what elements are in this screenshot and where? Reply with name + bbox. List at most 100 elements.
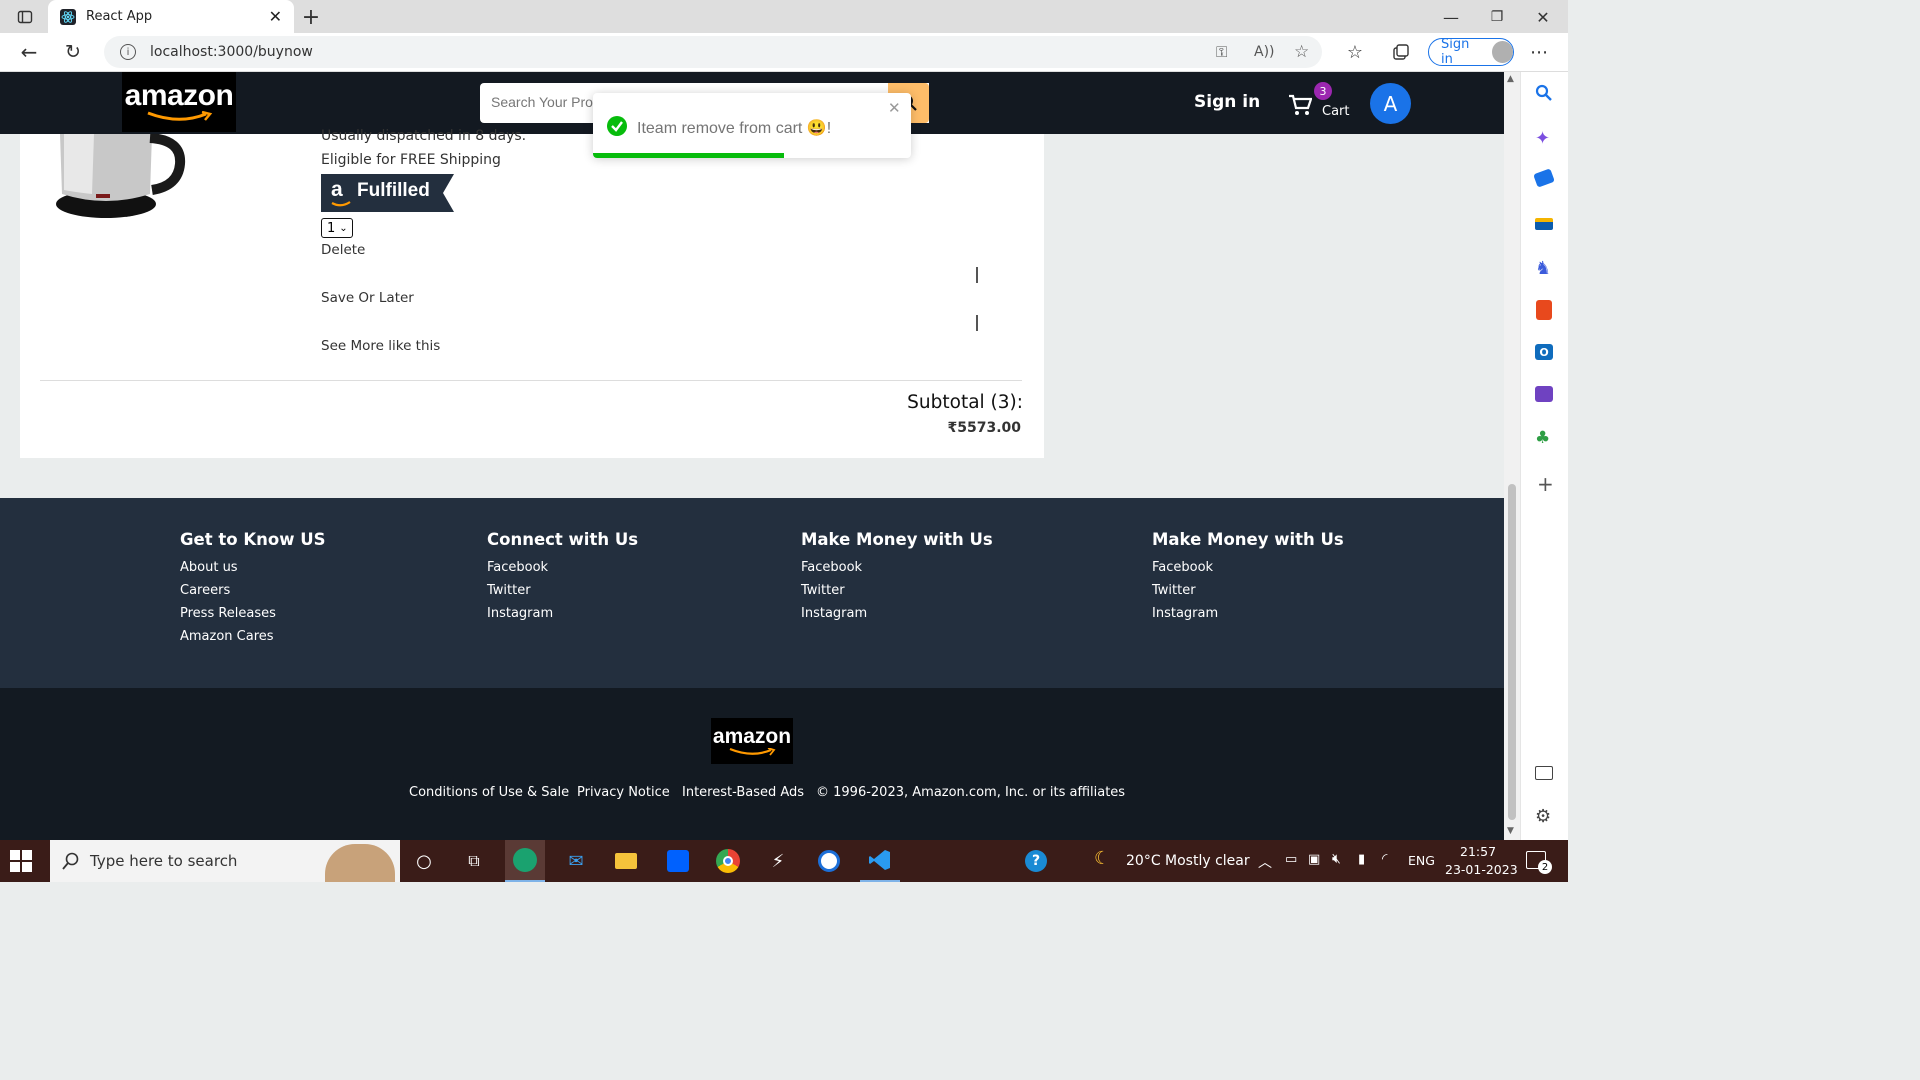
tools-briefcase-icon[interactable] [1535, 218, 1553, 230]
footer-link[interactable]: Twitter [487, 583, 638, 598]
url-text[interactable]: localhost:3000/buynow [150, 44, 313, 60]
restore-icon[interactable]: ❐ [1482, 2, 1512, 32]
copilot-sparkle-icon[interactable]: ✦ [1535, 128, 1550, 149]
success-check-icon [607, 116, 627, 136]
footer-link[interactable]: Careers [180, 583, 325, 598]
mail-icon[interactable]: ✉ [556, 840, 596, 882]
browser-signin-button[interactable]: Sign in [1428, 37, 1514, 67]
tray-display-icon[interactable]: ▣ [1308, 852, 1320, 867]
tree-icon[interactable]: ♣ [1535, 428, 1550, 448]
sidebar-search-icon[interactable] [1535, 84, 1553, 107]
app-bolt-icon[interactable]: ⚡ [758, 840, 798, 882]
outlook-icon[interactable]: O [1535, 344, 1553, 360]
more-menu-icon[interactable]: ⋯ [1524, 37, 1554, 67]
info-icon[interactable]: i [120, 44, 136, 60]
footer-link[interactable]: Instagram [487, 606, 638, 621]
scroll-up-icon[interactable]: ▲ [1507, 74, 1514, 84]
refresh-icon[interactable]: ↻ [58, 37, 88, 67]
tab-actions-icon[interactable] [10, 2, 40, 32]
vscode-icon[interactable] [860, 840, 900, 882]
window-close-icon[interactable]: ✕ [1528, 2, 1558, 32]
new-tab-icon[interactable]: + [296, 2, 326, 32]
footer-column: Make Money with Us Facebook Twitter Inst… [801, 530, 993, 621]
footer-amazon-logo[interactable]: amazon [711, 718, 793, 764]
privacy-link[interactable]: Privacy Notice [577, 785, 670, 800]
edge-taskbar-icon[interactable] [505, 840, 545, 882]
search-placeholder: Search Your Pro [491, 94, 593, 110]
url-bar[interactable]: i localhost:3000/buynow ⚿ A)) ☆ [104, 36, 1322, 68]
favorites-icon[interactable]: ☆ [1340, 37, 1370, 67]
footer-link[interactable]: Twitter [1152, 583, 1344, 598]
language-indicator[interactable]: ENG [1408, 853, 1435, 868]
taskbar-search-icon [62, 852, 79, 870]
toast-close-icon[interactable]: ✕ [888, 99, 901, 117]
user-avatar[interactable]: A [1370, 83, 1411, 124]
copyright-text: © 1996-2023, Amazon.com, Inc. or its aff… [816, 785, 1126, 800]
cortana-icon[interactable]: ○ [404, 840, 444, 882]
browser-tab[interactable]: React App ✕ [48, 0, 294, 33]
clock-date[interactable]: 23-01-2023 [1445, 862, 1518, 877]
footer-link[interactable]: About us [180, 560, 325, 575]
weather-icon[interactable]: ☾ [1094, 848, 1110, 869]
close-tab-icon[interactable]: ✕ [269, 7, 282, 26]
add-sidebar-icon[interactable]: + [1537, 472, 1554, 496]
badge-fulfilled-text: Fulfilled [357, 180, 430, 201]
taskbar-search-input[interactable]: Type here to search [50, 840, 400, 882]
task-view-icon[interactable]: ⧉ [454, 840, 494, 882]
battery-icon[interactable]: ▮ [1358, 852, 1365, 867]
cart-button[interactable]: 3 Cart [1288, 82, 1358, 126]
footer-link[interactable]: Facebook [801, 560, 993, 575]
key-icon[interactable]: ⚿ [1216, 43, 1227, 61]
add-favorite-icon[interactable]: ☆ [1294, 42, 1309, 62]
footer-link[interactable]: Facebook [487, 560, 638, 575]
designer-icon[interactable] [1535, 386, 1553, 402]
save-later-link[interactable]: Save Or Later [321, 290, 414, 306]
wifi-icon[interactable]: ◜ [1382, 851, 1387, 867]
interest-ads-link[interactable]: Interest-Based Ads [682, 785, 804, 800]
scroll-down-icon[interactable]: ▼ [1507, 826, 1514, 836]
footer-link[interactable]: Instagram [1152, 606, 1344, 621]
hide-sidebar-icon[interactable] [1535, 766, 1553, 780]
folder-shape [615, 853, 637, 869]
volume-mute-icon[interactable]: 🔇︎ [1332, 851, 1341, 867]
edge-sidebar: ✦ ♞ O ♣ + ⚙ [1520, 72, 1568, 840]
chrome-icon[interactable] [708, 840, 748, 882]
sidebar-settings-icon[interactable]: ⚙ [1535, 806, 1551, 827]
windows-start-icon[interactable] [10, 850, 32, 876]
footer-column-title: Make Money with Us [1152, 530, 1344, 549]
footer-link[interactable]: Facebook [1152, 560, 1344, 575]
scroll-thumb[interactable] [1508, 484, 1516, 820]
office-icon[interactable] [1536, 300, 1552, 320]
help-icon[interactable]: ? [1016, 840, 1056, 882]
read-aloud-icon[interactable]: A)) [1254, 44, 1275, 60]
file-explorer-icon[interactable] [606, 840, 646, 882]
nav-signin[interactable]: Sign in [1194, 92, 1260, 112]
footer-link[interactable]: Press Releases [180, 606, 325, 621]
see-more-link[interactable]: See More like this [321, 338, 440, 354]
back-icon[interactable]: ← [14, 37, 44, 67]
shopping-tag-icon[interactable] [1533, 168, 1555, 188]
collections-icon[interactable] [1386, 37, 1416, 67]
browser-signin-label: Sign in [1441, 37, 1470, 67]
divider [976, 267, 978, 283]
product-image[interactable] [54, 133, 190, 224]
conditions-link[interactable]: Conditions of Use & Sale [409, 785, 569, 800]
weather-text[interactable]: 20°C Mostly clear [1126, 853, 1250, 869]
footer-logo-text: amazon [712, 724, 792, 748]
delete-link[interactable]: Delete [321, 242, 365, 258]
tray-device-icon[interactable]: ▭ [1285, 852, 1297, 867]
page-scrollbar[interactable]: ▲ ▼ [1504, 72, 1520, 840]
tray-chevron-up-icon[interactable]: ︿ [1258, 852, 1272, 872]
amazon-logo[interactable]: amazon [122, 72, 236, 132]
toast-notification[interactable]: Iteam remove from cart 😃! ✕ [593, 93, 911, 158]
clock-time[interactable]: 21:57 [1460, 844, 1496, 859]
dropbox-icon[interactable] [658, 840, 698, 882]
minimize-icon[interactable]: — [1436, 2, 1466, 32]
footer-link[interactable]: Amazon Cares [180, 629, 325, 644]
quantity-select[interactable]: 1 ⌄ [321, 218, 353, 238]
games-chess-icon[interactable]: ♞ [1535, 258, 1551, 279]
app-circle-icon[interactable] [809, 840, 849, 882]
footer-link[interactable]: Instagram [801, 606, 993, 621]
notification-badge: 2 [1538, 860, 1552, 874]
footer-link[interactable]: Twitter [801, 583, 993, 598]
